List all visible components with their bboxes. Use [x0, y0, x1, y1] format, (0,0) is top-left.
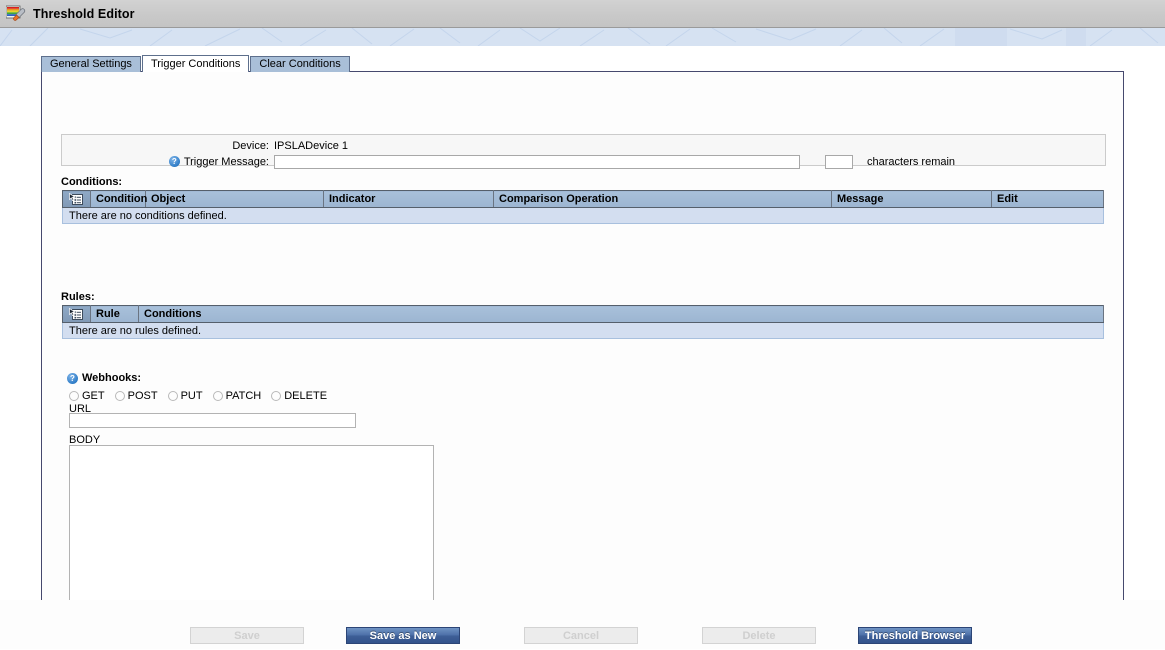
tab-general-settings[interactable]: General Settings — [41, 56, 141, 72]
conditions-section-label: Conditions: — [61, 176, 123, 188]
save-button[interactable]: Save — [190, 627, 304, 644]
rules-empty-message: There are no rules defined. — [62, 322, 1104, 339]
select-all-rows-icon — [69, 307, 84, 321]
conditions-empty-message: There are no conditions defined. — [62, 207, 1104, 224]
conditions-empty-row: There are no conditions defined. — [62, 207, 1104, 224]
radio-label-delete: DELETE — [284, 390, 328, 402]
webhook-method-radio-group: GET POST PUT PATCH DELETE — [69, 390, 337, 402]
conditions-grid-header-row: Condition Object Indicator Comparison Op… — [62, 190, 1104, 208]
device-label: Device: — [232, 139, 269, 152]
help-icon[interactable]: ? — [168, 156, 180, 168]
radio-get[interactable] — [69, 391, 79, 401]
rules-column-conditions[interactable]: Conditions — [138, 305, 1104, 323]
characters-remain-label: characters remain — [867, 155, 956, 168]
decorative-banner — [0, 28, 1165, 47]
radio-label-get: GET — [82, 390, 105, 402]
radio-delete[interactable] — [271, 391, 282, 401]
rules-empty-row: There are no rules defined. — [62, 322, 1104, 339]
device-info-box: Device: IPSLADevice 1 ? Trigger Message:… — [61, 134, 1106, 169]
radio-label-post: POST — [127, 390, 158, 402]
webhooks-title: Webhooks: — [82, 372, 142, 384]
tab-trigger-conditions[interactable]: Trigger Conditions — [141, 55, 250, 72]
conditions-column-edit[interactable]: Edit — [991, 190, 1104, 208]
threshold-wrench-icon — [5, 5, 26, 23]
threshold-browser-button[interactable]: Threshold Browser — [858, 627, 972, 644]
page-body: General Settings Trigger Conditions Clea… — [0, 47, 1165, 650]
device-value: IPSLADevice 1 — [274, 139, 348, 152]
device-row: Device: IPSLADevice 1 — [62, 138, 1105, 153]
conditions-grid: Condition Object Indicator Comparison Op… — [62, 190, 1104, 224]
help-icon[interactable]: ? — [67, 372, 78, 384]
radio-put[interactable] — [167, 391, 178, 401]
conditions-column-condition[interactable]: Condition — [90, 190, 147, 208]
main-panel: Device: IPSLADevice 1 ? Trigger Message:… — [41, 71, 1124, 641]
footer-button-bar: Save Save as New Cancel Delete Threshold… — [0, 600, 1165, 649]
tabstrip: General Settings Trigger Conditions Clea… — [41, 55, 351, 72]
conditions-column-message[interactable]: Message — [831, 190, 992, 208]
tab-clear-conditions[interactable]: Clear Conditions — [250, 56, 350, 72]
conditions-column-comparison-operation[interactable]: Comparison Operation — [493, 190, 832, 208]
conditions-select-all-header[interactable] — [62, 190, 91, 208]
trigger-message-label: Trigger Message: — [183, 155, 269, 168]
select-all-rows-icon — [69, 192, 84, 206]
radio-patch[interactable] — [212, 391, 223, 401]
rules-column-rule[interactable]: Rule — [90, 305, 139, 323]
conditions-column-indicator[interactable]: Indicator — [323, 190, 494, 208]
radio-label-put: PUT — [180, 390, 203, 402]
url-input[interactable] — [69, 413, 356, 428]
rules-grid-header-row: Rule Conditions — [62, 305, 1104, 323]
window-titlebar: Threshold Editor — [0, 0, 1165, 28]
trigger-message-label-wrap: ? Trigger Message: — [62, 155, 274, 168]
body-textarea[interactable] — [69, 445, 434, 610]
rules-select-all-header[interactable] — [62, 305, 91, 323]
window-title: Threshold Editor — [33, 6, 135, 21]
conditions-column-object[interactable]: Object — [145, 190, 324, 208]
delete-button[interactable]: Delete — [702, 627, 816, 644]
rules-section-label: Rules: — [61, 291, 95, 303]
characters-remain-input[interactable] — [825, 154, 853, 169]
save-as-new-button[interactable]: Save as New — [346, 627, 460, 644]
webhooks-header: ? Webhooks: — [67, 372, 141, 384]
radio-post[interactable] — [114, 391, 125, 401]
rules-grid: Rule Conditions There are no rules defin… — [62, 305, 1104, 339]
radio-label-patch: PATCH — [225, 390, 262, 402]
trigger-message-row: ? Trigger Message: characters remain — [62, 154, 1105, 169]
cancel-button[interactable]: Cancel — [524, 627, 638, 644]
trigger-message-input[interactable] — [274, 154, 800, 169]
